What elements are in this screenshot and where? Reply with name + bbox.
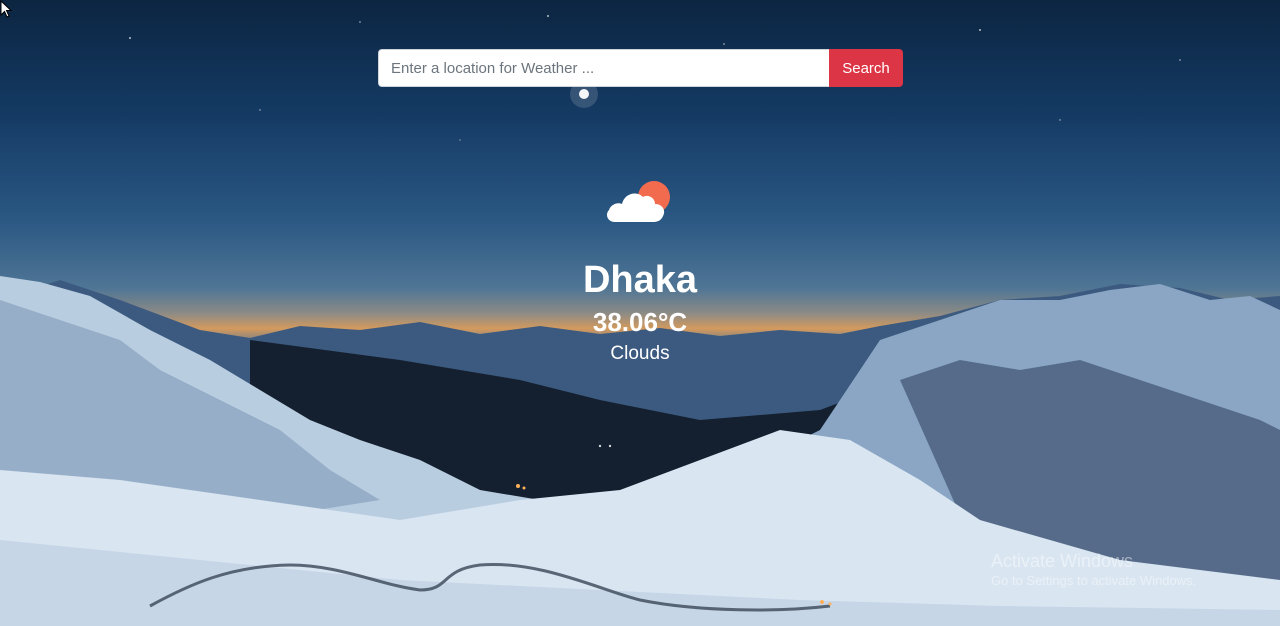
partly-cloudy-icon [605,178,675,228]
city-name: Dhaka [582,259,698,301]
watermark-subtitle: Go to Settings to activate Windows. [991,573,1197,588]
weather-condition: Clouds [610,343,670,364]
search-input[interactable] [378,49,829,87]
watermark-title: Activate Windows [991,551,1134,571]
weather-panel: Dhaka 38.06°C Clouds [0,178,1280,366]
temperature: 38.06°C [592,307,688,337]
mouse-cursor-icon [0,0,13,18]
search-button[interactable]: Search [829,49,903,87]
windows-activation-watermark: Activate Windows Go to Settings to activ… [991,550,1196,590]
search-bar: Search [378,49,903,87]
